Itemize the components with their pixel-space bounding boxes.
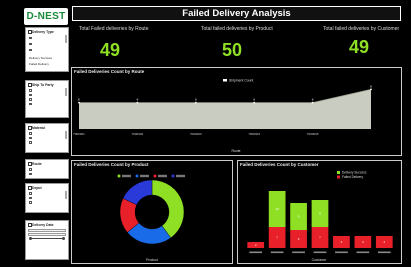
kpi-route-label: Total Failed deliveries by Route [79, 26, 149, 32]
kpi-product-label: Total failed deliveries by Product [201, 26, 273, 32]
checkbox-icon[interactable] [29, 48, 32, 52]
ship-to-party-slicer[interactable]: Ship To Party [25, 80, 69, 118]
customer-bar-chart: Delivery SuccessFailed Delivery271269794… [247, 171, 393, 262]
kpi-customer-label: Total failed deliveries by Customer [323, 26, 400, 32]
legend-swatch [171, 174, 175, 178]
start-date-input[interactable] [28, 229, 66, 232]
checkbox-icon[interactable] [29, 36, 32, 40]
slicer-legend-item: Failed Delivery [29, 62, 49, 66]
route-data-label: 9 [370, 84, 372, 88]
legend-label-placeholder [140, 174, 149, 178]
slicer-option[interactable] [26, 172, 68, 177]
route-data-label: 6 [312, 98, 314, 102]
route-data-point [78, 101, 80, 104]
legend-label-placeholder [158, 174, 167, 178]
legend-swatch [135, 174, 139, 178]
customer-tick-label-placeholder [270, 251, 284, 254]
product-x-axis-label: Product [146, 258, 158, 262]
route-tick-label: 7000004 [248, 132, 260, 136]
route-data-point [253, 101, 256, 104]
slicer-scrollbar[interactable] [65, 88, 67, 96]
delivery-date-slicer[interactable]: Delivery Date [25, 220, 69, 260]
route-data-label: 6 [195, 98, 197, 102]
slicer-scrollbar[interactable] [65, 35, 67, 43]
material-slicer-title: Material [26, 124, 68, 131]
route-x-axis-label: Route [231, 149, 240, 153]
route-tick-label: 7000005 [307, 132, 319, 136]
legend-swatch [117, 174, 121, 178]
slicer-option[interactable] [26, 140, 68, 145]
route-slicer-title: Route [26, 160, 68, 167]
customer-tick-label-placeholder [249, 251, 263, 254]
route-data-label: 6 [253, 98, 255, 102]
date-range-slider[interactable] [29, 237, 65, 240]
route-data-point [370, 88, 372, 91]
slicer-option[interactable] [26, 47, 68, 53]
route-data-point [311, 101, 314, 104]
route-data-point [136, 101, 139, 104]
legend-label: Shipment Count [229, 79, 253, 83]
legend-label: Delivery Success [342, 171, 367, 175]
checkbox-icon[interactable] [29, 192, 32, 195]
checkbox-icon[interactable] [29, 98, 32, 101]
legend-label: Failed Delivery [342, 175, 363, 179]
delivery-date-slicer-title: Delivery Date [26, 221, 68, 228]
route-tick-label: 7000001 [73, 132, 85, 136]
slicer-option[interactable] [26, 102, 68, 107]
legend-swatch [153, 174, 157, 178]
checkbox-icon[interactable] [29, 168, 32, 171]
checkbox-icon[interactable] [29, 89, 32, 92]
depot-slicer-title: Depot [26, 184, 68, 191]
customer-bar-label: 12 [275, 207, 279, 211]
delivery-type-slicer-title: Delivery Type [26, 28, 68, 35]
checkbox-icon[interactable] [29, 132, 32, 135]
depot-slicer[interactable]: Depot [25, 183, 69, 213]
route-data-label: 6 [78, 98, 80, 102]
kpi-product-value: 50 [222, 40, 243, 60]
checkbox-icon[interactable] [29, 172, 32, 175]
page-title: Failed Delivery Analysis [182, 8, 291, 19]
route-tick-label: 7000003 [190, 132, 202, 136]
customer-tick-label-placeholder [292, 251, 305, 254]
checkbox-icon[interactable] [29, 42, 32, 46]
delivery-type-slicer[interactable]: Delivery Type Delivery Success Failed De… [25, 27, 69, 72]
slicer-scrollbar[interactable] [65, 131, 67, 139]
material-slicer[interactable]: Material [25, 123, 69, 153]
customer-tick-label-placeholder [356, 251, 370, 254]
route-tick-label: 7000002 [132, 132, 144, 136]
product-donut-chart: Product [117, 174, 185, 262]
checkbox-icon[interactable] [29, 136, 32, 139]
checkbox-icon[interactable] [29, 102, 32, 105]
customer-tick-label-placeholder [377, 251, 391, 254]
kpi-route-value: 49 [100, 40, 121, 60]
legend-label-placeholder [176, 174, 185, 178]
slicer-scrollbar[interactable] [65, 191, 67, 199]
checkbox-icon[interactable] [29, 196, 32, 199]
slicer-option[interactable] [26, 200, 68, 205]
route-data-point [194, 101, 197, 104]
checkbox-icon[interactable] [29, 141, 32, 144]
dnest-logo: D-NEST [24, 8, 68, 25]
legend-label-placeholder [122, 174, 131, 178]
checkbox-icon[interactable] [29, 201, 32, 204]
route-area-fill [79, 89, 371, 129]
ship-to-party-slicer-title: Ship To Party [26, 81, 68, 88]
customer-tick-label-placeholder [335, 251, 348, 254]
customer-x-axis-label: Customer [312, 258, 328, 262]
legend-swatch [223, 79, 227, 82]
end-date-input[interactable] [28, 233, 66, 236]
legend-swatch [337, 171, 340, 174]
customer-tick-label-placeholder [313, 251, 327, 254]
kpi-customer-value: 49 [349, 37, 370, 57]
route-area-chart: Shipment Count 6 7000001 6 7000002 6 7000003 6 7… [73, 79, 372, 154]
legend-swatch [337, 175, 340, 179]
route-data-label: 6 [137, 98, 139, 102]
checkbox-icon[interactable] [29, 93, 32, 96]
route-slicer[interactable]: Route [25, 159, 69, 179]
